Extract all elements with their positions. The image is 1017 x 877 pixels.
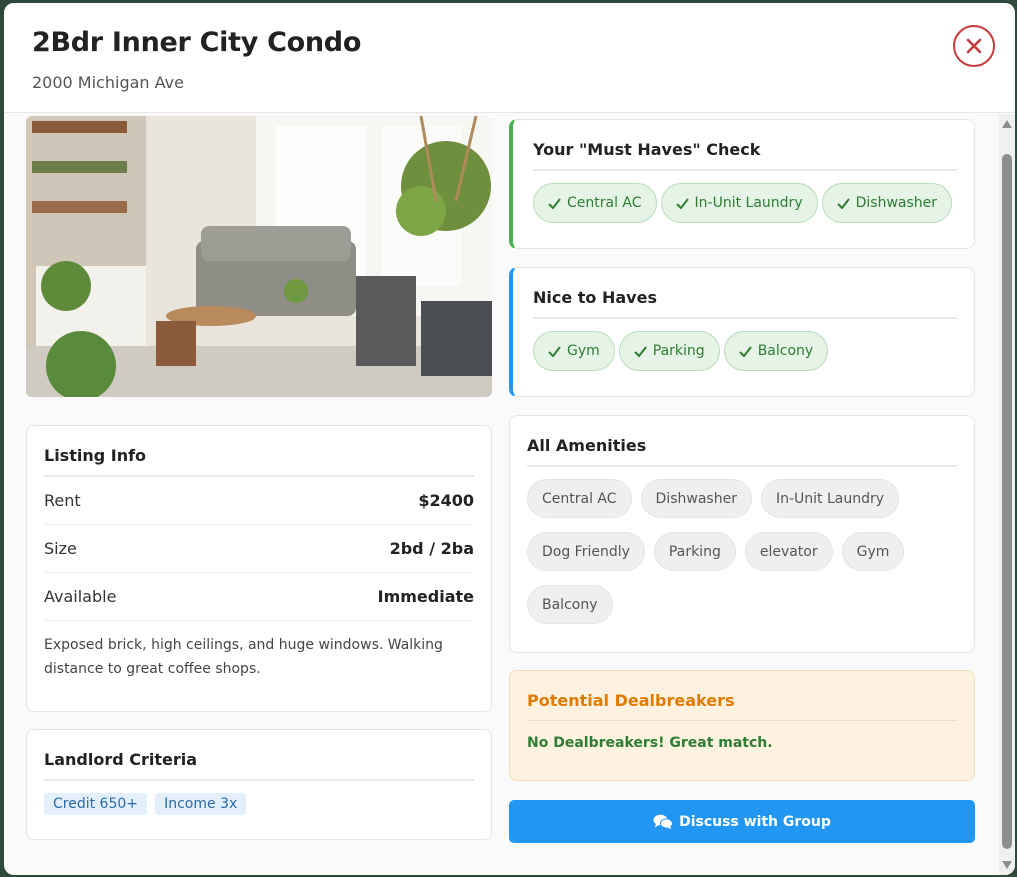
info-value: 2bd / 2ba <box>389 539 474 558</box>
must-have-pill: Dishwasher <box>821 183 953 223</box>
amenity-pill: Central AC <box>527 479 632 518</box>
amenities-title: All Amenities <box>527 436 957 467</box>
amenity-pill: In-Unit Laundry <box>760 479 900 518</box>
check-icon <box>836 197 850 209</box>
info-row-available: Available Immediate <box>44 573 474 621</box>
check-icon <box>675 197 689 209</box>
pill-label: Gym <box>567 343 600 359</box>
info-label: Rent <box>44 491 81 510</box>
listing-info-card: Listing Info Rent $2400 Size 2bd / 2ba A… <box>26 425 492 712</box>
dealbreakers-title: Potential Dealbreakers <box>527 691 957 721</box>
nice-to-have-pill: Balcony <box>723 331 829 371</box>
must-have-pill: In-Unit Laundry <box>660 183 818 223</box>
nice-to-have-pill: Gym <box>533 331 615 371</box>
comments-icon <box>653 814 674 829</box>
listing-modal: 2Bdr Inner City Condo 2000 Michigan Ave <box>4 3 1015 875</box>
nice-to-haves-title: Nice to Haves <box>533 288 957 319</box>
listing-title: 2Bdr Inner City Condo <box>32 27 362 58</box>
info-value: $2400 <box>418 491 474 510</box>
pill-label: In-Unit Laundry <box>694 195 803 211</box>
listing-address: 2000 Michigan Ave <box>32 73 184 92</box>
criteria-chip: Credit 650+ <box>44 793 148 815</box>
check-icon <box>548 197 561 209</box>
scroll-down-arrow[interactable] <box>1002 861 1012 869</box>
vertical-scrollbar[interactable] <box>999 114 1015 875</box>
amenity-pill: Parking <box>653 532 736 571</box>
close-button[interactable] <box>953 25 995 67</box>
discuss-button-label: Discuss with Group <box>679 813 831 830</box>
amenity-pill: elevator <box>744 532 833 571</box>
dealbreakers-message: No Dealbreakers! Great match. <box>527 735 773 751</box>
amenity-pill: Gym <box>841 532 905 571</box>
info-label: Available <box>44 587 117 606</box>
listing-photo <box>26 116 492 397</box>
nice-to-have-pill: Parking <box>618 331 720 371</box>
pill-label: Dishwasher <box>855 195 938 211</box>
amenities-card: All Amenities Central AC Dishwasher In-U… <box>509 415 975 653</box>
must-haves-card: Your "Must Haves" Check Central AC In-Un… <box>509 119 975 249</box>
landlord-criteria-title: Landlord Criteria <box>44 750 474 781</box>
amenity-pill: Balcony <box>527 585 613 624</box>
pill-label: Parking <box>652 343 705 359</box>
dealbreakers-card: Potential Dealbreakers No Dealbreakers! … <box>509 670 975 781</box>
criteria-chip: Income 3x <box>155 793 247 815</box>
must-have-pill: Central AC <box>533 183 657 223</box>
info-row-rent: Rent $2400 <box>44 477 474 525</box>
landlord-criteria-card: Landlord Criteria Credit 650+ Income 3x <box>26 729 492 840</box>
info-row-size: Size 2bd / 2ba <box>44 525 474 573</box>
info-label: Size <box>44 539 77 558</box>
must-haves-title: Your "Must Haves" Check <box>533 140 957 171</box>
pill-label: Central AC <box>567 195 642 211</box>
nice-to-haves-card: Nice to Haves Gym Parking Balcony <box>509 267 975 397</box>
listing-info-title: Listing Info <box>44 446 474 477</box>
check-icon <box>548 345 561 357</box>
discuss-with-group-button[interactable]: Discuss with Group <box>509 800 975 843</box>
scroll-up-arrow[interactable] <box>1002 120 1012 128</box>
check-icon <box>634 345 647 357</box>
info-value: Immediate <box>377 587 474 606</box>
listing-description: Exposed brick, high ceilings, and huge w… <box>44 637 443 677</box>
modal-header: 2Bdr Inner City Condo 2000 Michigan Ave <box>4 3 1015 113</box>
amenity-pill: Dog Friendly <box>527 532 645 571</box>
modal-body: Listing Info Rent $2400 Size 2bd / 2ba A… <box>4 114 999 875</box>
pill-label: Balcony <box>757 343 814 359</box>
check-icon <box>738 345 752 357</box>
close-icon <box>966 38 982 54</box>
amenity-pill: Dishwasher <box>640 479 752 518</box>
scroll-thumb[interactable] <box>1002 154 1012 849</box>
